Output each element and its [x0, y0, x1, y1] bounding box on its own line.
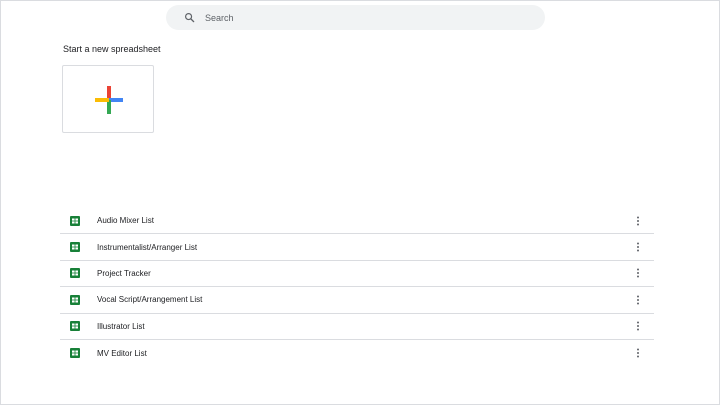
sheets-icon	[70, 242, 80, 253]
more-options-icon[interactable]	[632, 293, 644, 307]
file-row[interactable]: Audio Mixer List	[60, 208, 654, 235]
file-row[interactable]: Instrumentalist/Arranger List	[60, 234, 654, 261]
file-name: Illustrator List	[97, 321, 145, 331]
search-input[interactable]	[205, 12, 505, 23]
file-name: Vocal Script/Arrangement List	[97, 295, 203, 305]
sheets-icon	[70, 294, 80, 305]
file-name: Instrumentalist/Arranger List	[97, 242, 198, 252]
more-options-icon[interactable]	[632, 214, 644, 228]
more-options-icon[interactable]	[632, 346, 644, 360]
search-icon[interactable]	[175, 5, 203, 30]
file-row[interactable]: Project Tracker	[60, 261, 654, 288]
search-bar[interactable]	[166, 5, 545, 30]
more-options-icon[interactable]	[632, 266, 644, 280]
more-options-icon[interactable]	[632, 240, 644, 254]
file-row[interactable]: MV Editor List	[60, 340, 654, 366]
file-list: Audio Mixer List Instrumentalist/Arrange…	[60, 208, 654, 366]
plus-icon	[95, 86, 123, 114]
file-name: Project Tracker	[97, 268, 151, 278]
sheets-icon	[70, 215, 80, 226]
sheets-icon	[70, 321, 80, 332]
file-name: MV Editor List	[97, 348, 147, 358]
sheets-icon	[70, 268, 80, 279]
sheets-icon	[70, 348, 80, 359]
section-title: Start a new spreadsheet	[63, 44, 161, 54]
file-row[interactable]: Vocal Script/Arrangement List	[60, 287, 654, 314]
more-options-icon[interactable]	[632, 319, 644, 333]
file-row[interactable]: Illustrator List	[60, 314, 654, 340]
blank-spreadsheet-button[interactable]	[62, 65, 154, 133]
file-name: Audio Mixer List	[97, 216, 154, 226]
